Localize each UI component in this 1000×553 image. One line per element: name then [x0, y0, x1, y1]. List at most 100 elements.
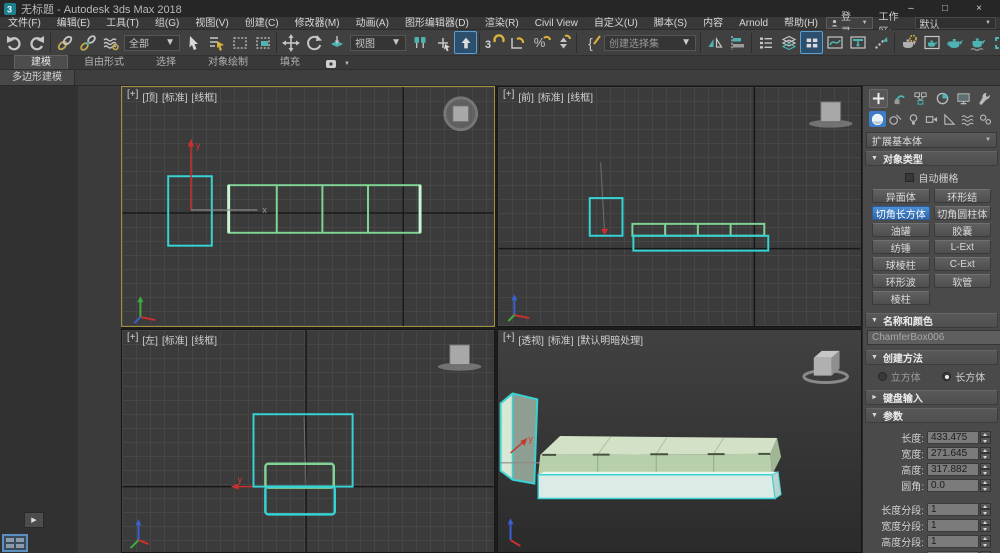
- menu-item-create[interactable]: 创建(C): [237, 17, 287, 30]
- expand-panel-button[interactable]: ▶: [24, 512, 44, 528]
- keyboard-shortcut-override-toggle[interactable]: [454, 31, 477, 54]
- button-spindle[interactable]: 纺锤: [872, 240, 930, 254]
- redo-button[interactable]: [25, 31, 48, 54]
- viewport-menu-shading[interactable]: [线框]: [192, 332, 218, 347]
- category-lights[interactable]: [905, 111, 922, 127]
- length-field[interactable]: 433.475: [927, 431, 979, 444]
- viewcube[interactable]: [445, 98, 477, 130]
- toggle-ribbon-button[interactable]: [800, 31, 823, 54]
- menu-item-views[interactable]: 视图(V): [187, 17, 236, 30]
- tab-display[interactable]: [954, 89, 973, 108]
- viewport-menu-standard[interactable]: [标准]: [538, 89, 564, 104]
- category-geometry[interactable]: [869, 111, 886, 127]
- button-prism[interactable]: 棱柱: [872, 291, 930, 305]
- render-production-button[interactable]: [966, 31, 989, 54]
- select-by-name-button[interactable]: [205, 31, 228, 54]
- toggle-scene-explorer-button[interactable]: [754, 31, 777, 54]
- menu-item-group[interactable]: 组(G): [147, 17, 187, 30]
- button-c-ext[interactable]: C-Ext: [934, 257, 992, 271]
- tab-hierarchy[interactable]: [911, 89, 930, 108]
- viewport-menu-shading[interactable]: [线框]: [192, 89, 218, 104]
- chamferbox-wireframe[interactable]: [265, 464, 333, 488]
- menu-item-animation[interactable]: 动画(A): [348, 17, 397, 30]
- viewport-menu-shading[interactable]: [线框]: [568, 89, 594, 104]
- transform-gizmo[interactable]: y: [231, 475, 253, 490]
- select-object-button[interactable]: [182, 31, 205, 54]
- viewport-top[interactable]: [+] [顶] [标准] [线框]: [121, 86, 495, 327]
- radio-box[interactable]: 长方体: [942, 369, 985, 384]
- toggle-layer-explorer-button[interactable]: [777, 31, 800, 54]
- tab-motion[interactable]: [933, 89, 952, 108]
- button-torus-knot[interactable]: 环形结: [934, 189, 992, 203]
- selected-box-wireframe[interactable]: [253, 414, 352, 486]
- button-ringwave[interactable]: 环形波: [872, 274, 930, 288]
- selected-long-box-wireframe[interactable]: [265, 487, 334, 515]
- use-pivot-point-center-button[interactable]: [408, 31, 431, 54]
- rollout-header-parameters[interactable]: ▼ 参数: [865, 408, 998, 423]
- width-segs-spinner[interactable]: [980, 519, 991, 532]
- snaps-toggle-3d-button[interactable]: 3: [482, 31, 505, 54]
- edit-named-selection-sets-button[interactable]: {: [579, 31, 602, 54]
- polygon-modeling-panel[interactable]: 多边形建模: [0, 70, 75, 85]
- viewport-left[interactable]: [+] [左] [标准] [线框]: [121, 329, 495, 553]
- category-helpers[interactable]: [941, 111, 958, 127]
- select-and-rotate-button[interactable]: [302, 31, 325, 54]
- rollout-header-creation-method[interactable]: ▼ 创建方法: [865, 350, 998, 365]
- selected-box-wireframe[interactable]: [168, 176, 212, 245]
- menu-item-file[interactable]: 文件(F): [0, 17, 49, 30]
- length-segs-field[interactable]: 1: [927, 503, 979, 516]
- menu-item-edit[interactable]: 编辑(E): [49, 17, 98, 30]
- width-spinner[interactable]: [980, 447, 991, 460]
- object-name-field[interactable]: [867, 330, 1000, 345]
- menu-item-modifiers[interactable]: 修改器(M): [287, 17, 348, 30]
- viewport-menu-general[interactable]: [+]: [127, 89, 138, 104]
- width-field[interactable]: 271.645: [927, 447, 979, 460]
- schematic-view-button[interactable]: [846, 31, 869, 54]
- viewcube[interactable]: [809, 102, 853, 128]
- menu-item-arnold[interactable]: Arnold: [731, 17, 776, 30]
- chamferbox-array-wireframe[interactable]: [229, 185, 420, 233]
- menu-item-civil-view[interactable]: Civil View: [527, 17, 586, 30]
- button-gengon[interactable]: 球棱柱: [872, 257, 930, 271]
- render-setup-button[interactable]: [920, 31, 943, 54]
- category-cameras[interactable]: [923, 111, 940, 127]
- rollout-header-keyboard-entry[interactable]: ► 键盘输入: [865, 390, 998, 405]
- length-segs-spinner[interactable]: [980, 503, 991, 516]
- viewport-menu-pov[interactable]: [前]: [518, 89, 534, 104]
- button-hose[interactable]: 软管: [934, 274, 992, 288]
- primitive-category-dropdown[interactable]: 扩展基本体 ▼: [866, 132, 997, 148]
- viewport-menu-standard[interactable]: [标准]: [162, 332, 188, 347]
- button-chamferbox[interactable]: 切角长方体: [872, 206, 930, 220]
- curve-editor-button[interactable]: [823, 31, 846, 54]
- align-button[interactable]: [726, 31, 749, 54]
- autogrid-checkbox[interactable]: [905, 173, 914, 182]
- button-l-ext[interactable]: L-Ext: [934, 240, 992, 254]
- ribbon-tab-populate[interactable]: 填充: [264, 56, 316, 69]
- width-segs-field[interactable]: 1: [927, 519, 979, 532]
- mirror-button[interactable]: [703, 31, 726, 54]
- select-and-scale-button[interactable]: [325, 31, 348, 54]
- button-hedra[interactable]: 异面体: [872, 189, 930, 203]
- select-and-move-button[interactable]: [279, 31, 302, 54]
- unlink-selection-button[interactable]: [76, 31, 99, 54]
- length-spinner[interactable]: [980, 431, 991, 444]
- viewport-menu-standard[interactable]: [标准]: [548, 332, 574, 347]
- height-field[interactable]: 317.882: [927, 463, 979, 476]
- tab-modify[interactable]: [890, 89, 909, 108]
- viewcube[interactable]: [438, 345, 482, 371]
- viewport-menu-standard[interactable]: [标准]: [162, 89, 188, 104]
- menu-item-customize[interactable]: 自定义(U): [586, 17, 646, 30]
- height-spinner[interactable]: [980, 463, 991, 476]
- spinner-snap-toggle-button[interactable]: [551, 31, 574, 54]
- window-crossing-toggle-button[interactable]: [251, 31, 274, 54]
- category-shapes[interactable]: [887, 111, 904, 127]
- viewcube[interactable]: [804, 351, 848, 383]
- height-segs-field[interactable]: 1: [927, 535, 979, 548]
- ribbon-tab-object-paint[interactable]: 对象绘制: [192, 56, 264, 69]
- fillet-field[interactable]: 0.0: [927, 479, 979, 492]
- category-space-warps[interactable]: [959, 111, 976, 127]
- menu-item-graph-editors[interactable]: 图形编辑器(D): [397, 17, 477, 30]
- category-systems[interactable]: [977, 111, 994, 127]
- rectangular-selection-region-button[interactable]: [228, 31, 251, 54]
- menu-item-content[interactable]: 内容: [695, 17, 731, 30]
